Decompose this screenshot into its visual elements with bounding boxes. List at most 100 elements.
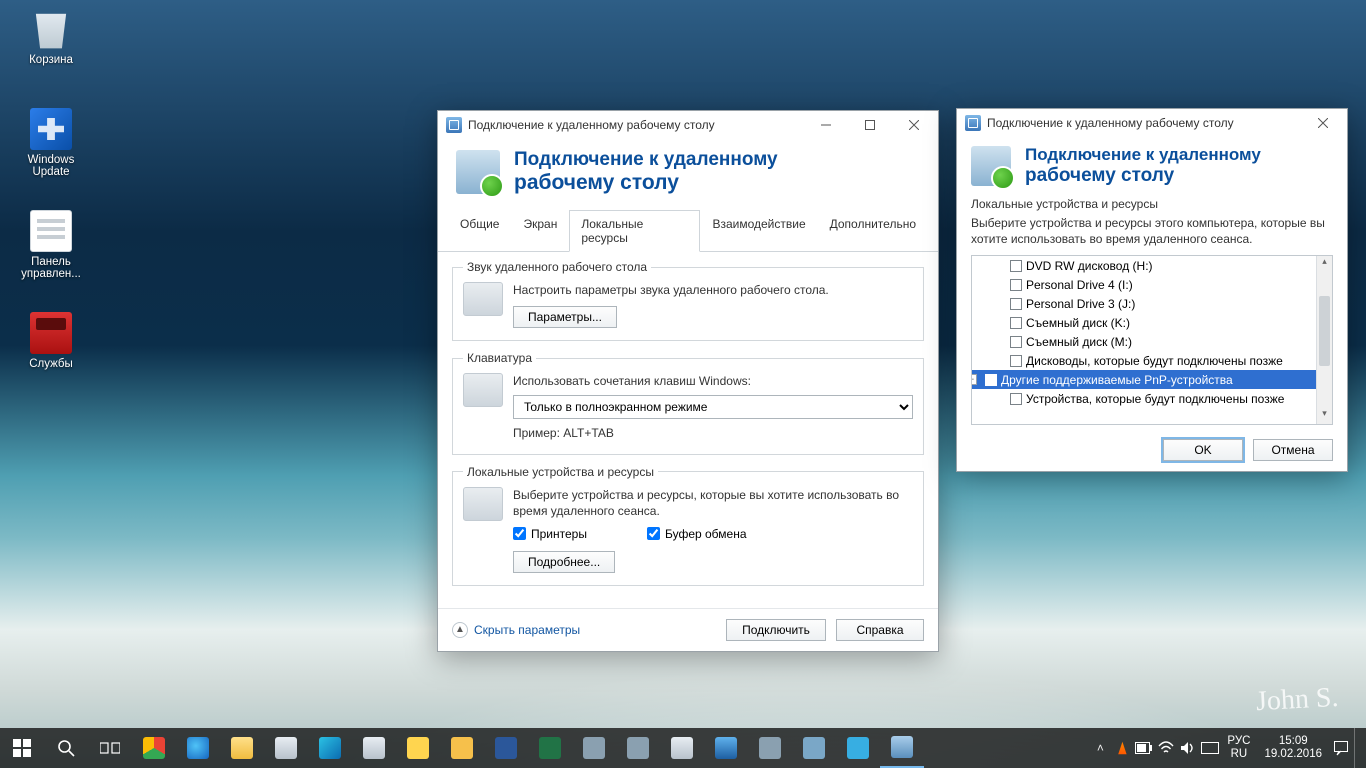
taskbar-item-excel[interactable] bbox=[528, 728, 572, 768]
taskbar: ˄ РУС RU 15:09 19.02.2016 bbox=[0, 728, 1366, 768]
tray-overflow-button[interactable]: ˄ bbox=[1091, 739, 1109, 757]
rdp-icon bbox=[446, 117, 462, 133]
tray-keyboard-icon[interactable] bbox=[1201, 739, 1219, 757]
tab-general[interactable]: Общие bbox=[448, 210, 511, 252]
taskbar-item-rdp[interactable] bbox=[880, 728, 924, 768]
help-button[interactable]: Справка bbox=[836, 619, 924, 641]
close-button[interactable] bbox=[892, 111, 936, 139]
maximize-button[interactable] bbox=[848, 111, 892, 139]
fieldset-keyboard: Клавиатура Использовать сочетания клавиш… bbox=[452, 351, 924, 454]
taskbar-item-outlook[interactable] bbox=[440, 728, 484, 768]
desktop-icon-label: Корзина bbox=[29, 54, 73, 66]
checkbox-icon[interactable] bbox=[1010, 336, 1022, 348]
desktop-icon-recycle-bin[interactable]: Корзина bbox=[12, 8, 90, 66]
clipboard-checkbox-row[interactable]: Буфер обмена bbox=[647, 527, 747, 541]
taskbar-item-snip[interactable] bbox=[264, 728, 308, 768]
tray-volume-icon[interactable] bbox=[1179, 739, 1197, 757]
audio-description: Настроить параметры звука удаленного раб… bbox=[513, 282, 913, 298]
checkbox-icon[interactable] bbox=[985, 374, 997, 386]
taskbar-item-edge[interactable] bbox=[308, 728, 352, 768]
window-title: Подключение к удаленному рабочему столу bbox=[468, 118, 715, 132]
tray-network-icon[interactable] bbox=[1157, 739, 1175, 757]
taskbar-item-ie[interactable] bbox=[176, 728, 220, 768]
taskbar-item-powershell[interactable] bbox=[704, 728, 748, 768]
start-button[interactable] bbox=[0, 728, 44, 768]
ok-button[interactable]: OK bbox=[1163, 439, 1243, 461]
taskbar-item-chrome[interactable] bbox=[132, 728, 176, 768]
language-indicator[interactable]: РУС RU bbox=[1227, 735, 1250, 760]
tab-advanced[interactable]: Дополнительно bbox=[818, 210, 928, 252]
audio-settings-button[interactable]: Параметры... bbox=[513, 306, 617, 328]
taskbar-item-app2[interactable] bbox=[616, 728, 660, 768]
taskbar-item-telegram[interactable] bbox=[836, 728, 880, 768]
taskbar-item-app1[interactable] bbox=[572, 728, 616, 768]
wallpaper-signature: John S. bbox=[1255, 682, 1339, 718]
taskbar-item-lock[interactable] bbox=[396, 728, 440, 768]
toolbox-icon bbox=[30, 312, 72, 354]
scroll-thumb[interactable] bbox=[1319, 296, 1330, 366]
taskbar-item-app5[interactable] bbox=[792, 728, 836, 768]
taskbar-item-magnify[interactable] bbox=[352, 728, 396, 768]
titlebar[interactable]: Подключение к удаленному рабочему столу bbox=[957, 109, 1347, 137]
keyboard-mode-select[interactable]: Только в полноэкранном режиме bbox=[513, 395, 913, 419]
checkbox-icon[interactable] bbox=[1010, 317, 1022, 329]
printers-checkbox-row[interactable]: Принтеры bbox=[513, 527, 587, 541]
action-center-button[interactable] bbox=[1332, 739, 1350, 757]
more-button[interactable]: Подробнее... bbox=[513, 551, 615, 573]
tab-experience[interactable]: Взаимодействие bbox=[700, 210, 817, 252]
notification-icon bbox=[1333, 740, 1349, 756]
checkbox-icon[interactable] bbox=[1010, 298, 1022, 310]
printers-checkbox[interactable] bbox=[513, 527, 526, 540]
tree-item-selected[interactable]: −Другие поддерживаемые PnP-устройства bbox=[972, 370, 1316, 389]
window-header: Подключение к удаленному рабочему столу bbox=[957, 137, 1347, 197]
taskbar-item-word[interactable] bbox=[484, 728, 528, 768]
tab-display[interactable]: Экран bbox=[511, 210, 569, 252]
close-button[interactable] bbox=[1301, 109, 1345, 137]
tree-item[interactable]: Устройства, которые будут подключены поз… bbox=[972, 389, 1316, 408]
folder-icon bbox=[231, 737, 253, 759]
tree-item[interactable]: Дисководы, которые будут подключены позж… bbox=[972, 351, 1316, 370]
tray-battery-icon[interactable] bbox=[1135, 739, 1153, 757]
desktop-icon-services[interactable]: Службы bbox=[12, 312, 90, 370]
devices-description: Выберите устройства и ресурсы этого комп… bbox=[971, 215, 1333, 247]
devices-icon bbox=[463, 487, 503, 521]
search-button[interactable] bbox=[44, 728, 88, 768]
tree-item[interactable]: DVD RW дисковод (H:) bbox=[972, 256, 1316, 275]
scroll-down-icon[interactable]: ▾ bbox=[1317, 408, 1332, 424]
show-desktop-button[interactable] bbox=[1354, 728, 1360, 768]
desktop-icon-label: Windows Update bbox=[28, 154, 75, 178]
desktop-icon-windows-update[interactable]: Windows Update bbox=[12, 108, 90, 178]
tray-vlc-icon[interactable] bbox=[1113, 739, 1131, 757]
checkbox-icon[interactable] bbox=[1010, 355, 1022, 367]
devices-tree[interactable]: DVD RW дисковод (H:) Personal Drive 4 (I… bbox=[971, 255, 1333, 425]
scrollbar[interactable]: ▴ ▾ bbox=[1316, 256, 1332, 424]
hide-options-toggle[interactable]: ▲ Скрыть параметры bbox=[452, 622, 580, 638]
tree-item[interactable]: Personal Drive 4 (I:) bbox=[972, 275, 1316, 294]
taskbar-item-explorer[interactable] bbox=[220, 728, 264, 768]
rdp-logo-icon bbox=[971, 146, 1011, 186]
tree-item[interactable]: Съемный диск (K:) bbox=[972, 313, 1316, 332]
task-view-button[interactable] bbox=[88, 728, 132, 768]
taskbar-item-app4[interactable] bbox=[748, 728, 792, 768]
checkbox-icon[interactable] bbox=[1010, 393, 1022, 405]
clipboard-checkbox[interactable] bbox=[647, 527, 660, 540]
minimize-button[interactable] bbox=[804, 111, 848, 139]
scroll-up-icon[interactable]: ▴ bbox=[1317, 256, 1332, 272]
cancel-button[interactable]: Отмена bbox=[1253, 439, 1333, 461]
taskbar-item-app3[interactable] bbox=[660, 728, 704, 768]
tree-item[interactable]: Съемный диск (M:) bbox=[972, 332, 1316, 351]
collapse-icon[interactable]: − bbox=[972, 374, 977, 385]
fieldset-local-resources: Локальные устройства и ресурсы Выберите … bbox=[452, 465, 924, 586]
tab-local-resources[interactable]: Локальные ресурсы bbox=[569, 210, 700, 252]
desktop-icon-control-panel[interactable]: Панель управлен... bbox=[12, 210, 90, 280]
tab-bar: Общие Экран Локальные ресурсы Взаимодейс… bbox=[438, 209, 938, 252]
keyboard-example: Пример: ALT+TAB bbox=[513, 425, 913, 441]
connect-button[interactable]: Подключить bbox=[726, 619, 826, 641]
outlook-icon bbox=[451, 737, 473, 759]
titlebar[interactable]: Подключение к удаленному рабочему столу bbox=[438, 111, 938, 139]
checkbox-icon[interactable] bbox=[1010, 260, 1022, 272]
tree-item[interactable]: Personal Drive 3 (J:) bbox=[972, 294, 1316, 313]
app-icon bbox=[627, 737, 649, 759]
checkbox-icon[interactable] bbox=[1010, 279, 1022, 291]
clock[interactable]: 15:09 19.02.2016 bbox=[1264, 735, 1322, 760]
